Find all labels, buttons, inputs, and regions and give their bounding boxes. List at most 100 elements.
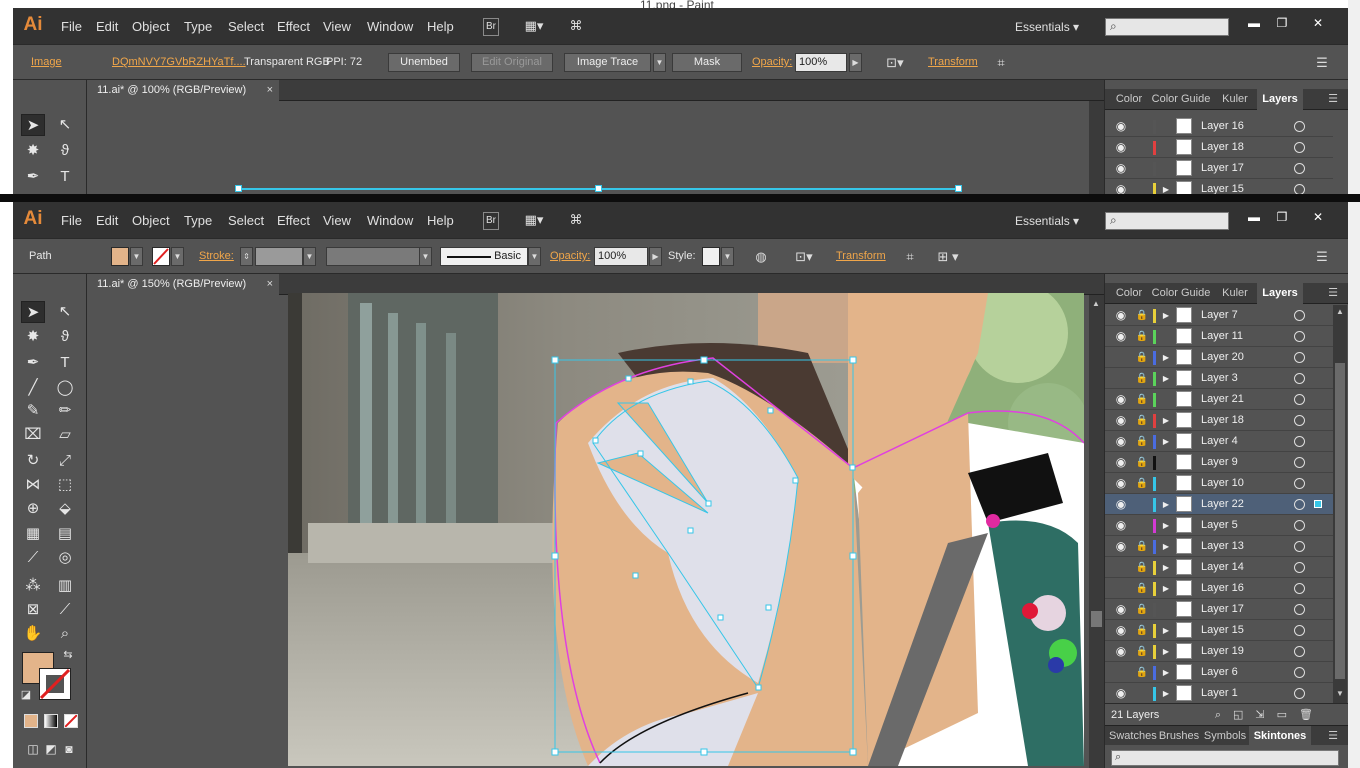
target-circle-icon[interactable]: [1294, 562, 1305, 573]
artwork-canvas[interactable]: [288, 293, 1084, 766]
workspace-switcher[interactable]: Essentials ▾: [1015, 202, 1079, 240]
target-circle-icon[interactable]: [1294, 520, 1305, 531]
linked-file-name[interactable]: DQmNVY7GVbRZHYaTf....: [112, 45, 246, 79]
layer-name[interactable]: Layer 5: [1201, 515, 1238, 536]
target-circle-icon[interactable]: [1294, 667, 1305, 678]
layer-row[interactable]: 🔒 ▶ Layer 3: [1105, 368, 1333, 389]
lock-icon[interactable]: 🔒: [1135, 641, 1149, 662]
layer-name[interactable]: Layer 18: [1201, 137, 1244, 158]
eye-icon[interactable]: ◉: [1113, 326, 1129, 347]
triangle-right-icon[interactable]: ▶: [1160, 620, 1172, 641]
eye-icon[interactable]: ◉: [1113, 473, 1129, 494]
triangle-right-icon[interactable]: ▶: [1160, 683, 1172, 703]
tab-kuler[interactable]: Kuler: [1215, 89, 1255, 110]
layers-scrollbar[interactable]: ▲ ▼: [1333, 305, 1347, 703]
pen-tool-icon[interactable]: ✒: [21, 166, 45, 188]
selection-tool-icon[interactable]: ➤: [21, 301, 45, 323]
new-layer-icon[interactable]: ▭: [1277, 709, 1299, 721]
menu-type[interactable]: Type: [184, 202, 212, 238]
gradient-mode-icon[interactable]: [44, 714, 58, 728]
tab-symbols[interactable]: Symbols: [1203, 726, 1247, 746]
selection-tool-icon[interactable]: ➤: [21, 114, 45, 136]
arrange-documents-icon[interactable]: ▦▾: [521, 212, 547, 230]
panel-menu-icon[interactable]: ☰: [1323, 89, 1343, 110]
layer-name[interactable]: Layer 15: [1201, 179, 1244, 194]
artboard-canvas[interactable]: [87, 101, 1089, 194]
menu-file[interactable]: File: [61, 8, 82, 44]
menu-window[interactable]: Window: [367, 8, 413, 44]
layer-row[interactable]: 🔒 ▶ Layer 20: [1105, 347, 1333, 368]
layer-name[interactable]: Layer 16: [1201, 578, 1244, 599]
triangle-right-icon[interactable]: ▶: [1160, 305, 1172, 326]
graph-tool-icon[interactable]: ▥: [53, 575, 77, 597]
none-mode-icon[interactable]: [64, 714, 78, 728]
isolate-icon[interactable]: ⌗: [901, 247, 919, 266]
layer-row[interactable]: ◉ ▶ Layer 15: [1105, 179, 1333, 194]
layer-row[interactable]: ◉ Layer 18: [1105, 137, 1333, 158]
swap-fill-stroke-icon[interactable]: ⇆: [61, 648, 75, 662]
menu-object[interactable]: Object: [132, 202, 170, 238]
eye-icon[interactable]: ◉: [1113, 431, 1129, 452]
rotate-tool-icon[interactable]: ↻: [21, 450, 45, 472]
opacity-field[interactable]: 100%: [594, 247, 648, 266]
fill-color-swatch[interactable]: [111, 247, 129, 266]
triangle-right-icon[interactable]: ▶: [1160, 641, 1172, 662]
mask-button[interactable]: Mask: [672, 53, 742, 72]
type-tool-icon[interactable]: T: [53, 352, 77, 374]
target-circle-icon[interactable]: [1294, 583, 1305, 594]
lock-icon[interactable]: 🔒: [1135, 620, 1149, 641]
maximize-button[interactable]: ❐: [1269, 208, 1295, 228]
bridge-icon[interactable]: Br: [483, 18, 499, 36]
close-tab-icon[interactable]: ×: [267, 80, 273, 100]
target-circle-icon[interactable]: [1294, 604, 1305, 615]
target-circle-icon[interactable]: [1294, 457, 1305, 468]
menu-help[interactable]: Help: [427, 8, 454, 44]
arrange-documents-icon[interactable]: ▦▾: [521, 18, 547, 36]
brush-definition-field[interactable]: Basic: [440, 247, 528, 266]
eye-icon[interactable]: ◉: [1113, 620, 1129, 641]
layer-row[interactable]: ◉ 🔒 ▶ Layer 18: [1105, 410, 1333, 431]
panel-menu-icon[interactable]: ☰: [1323, 726, 1343, 746]
stroke-weight-dropdown[interactable]: ▼: [303, 247, 316, 266]
layer-name[interactable]: Layer 20: [1201, 347, 1244, 368]
eyedropper-tool-icon[interactable]: ⟋: [21, 547, 45, 569]
type-tool-icon[interactable]: T: [53, 166, 77, 188]
layer-name[interactable]: Layer 16: [1201, 116, 1244, 137]
recolor-artwork-icon[interactable]: ◍: [751, 247, 771, 266]
target-circle-icon[interactable]: [1294, 688, 1305, 699]
eye-icon[interactable]: ◉: [1113, 158, 1129, 179]
default-colors-icon[interactable]: ◪: [19, 688, 33, 702]
lock-icon[interactable]: 🔒: [1135, 347, 1149, 368]
triangle-right-icon[interactable]: ▶: [1160, 179, 1172, 194]
triangle-right-icon[interactable]: ▶: [1160, 578, 1172, 599]
lock-icon[interactable]: 🔒: [1135, 452, 1149, 473]
vertical-scrollbar[interactable]: [1089, 101, 1104, 194]
isolate-icon[interactable]: ⌗: [992, 53, 1010, 72]
layer-row[interactable]: ◉ 🔒 Layer 9: [1105, 452, 1333, 473]
eye-icon[interactable]: ◉: [1113, 536, 1129, 557]
selection-handle[interactable]: [595, 185, 602, 192]
graphic-style-swatch[interactable]: [702, 247, 720, 266]
triangle-right-icon[interactable]: ▶: [1160, 410, 1172, 431]
layer-name[interactable]: Layer 10: [1201, 473, 1244, 494]
direct-selection-tool-icon[interactable]: ↖: [53, 301, 77, 323]
scroll-thumb[interactable]: [1335, 363, 1345, 679]
lock-icon[interactable]: 🔒: [1135, 326, 1149, 347]
eye-icon[interactable]: ◉: [1113, 683, 1129, 703]
close-button[interactable]: ✕: [1305, 208, 1331, 228]
lock-icon[interactable]: 🔒: [1135, 431, 1149, 452]
lock-icon[interactable]: 🔒: [1135, 662, 1149, 683]
gradient-tool-icon[interactable]: ▤: [53, 523, 77, 545]
layer-name[interactable]: Layer 9: [1201, 452, 1238, 473]
menu-select[interactable]: Select: [228, 8, 264, 44]
triangle-right-icon[interactable]: ▶: [1160, 494, 1172, 515]
layer-row[interactable]: ◉ 🔒 ▶ Layer 7: [1105, 305, 1333, 326]
close-tab-icon[interactable]: ×: [267, 274, 273, 294]
triangle-right-icon[interactable]: ▶: [1160, 347, 1172, 368]
lock-icon[interactable]: 🔒: [1135, 368, 1149, 389]
arrange-icon[interactable]: ⊞ ▾: [931, 247, 965, 266]
lock-icon[interactable]: 🔒: [1135, 410, 1149, 431]
target-circle-icon[interactable]: [1294, 352, 1305, 363]
menu-select[interactable]: Select: [228, 202, 264, 238]
layer-name[interactable]: Layer 6: [1201, 662, 1238, 683]
